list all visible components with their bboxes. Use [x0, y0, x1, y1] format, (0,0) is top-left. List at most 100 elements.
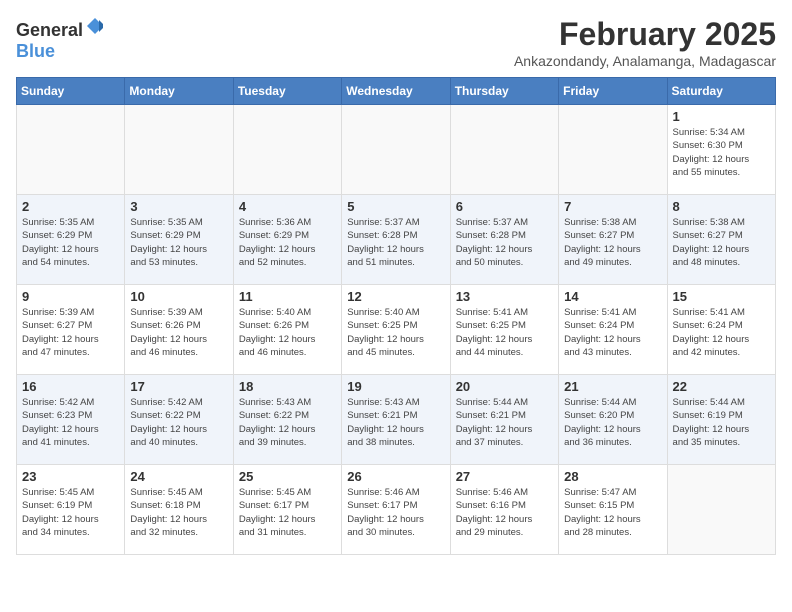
- day-number: 13: [456, 289, 553, 304]
- calendar-day-cell: 6 Sunrise: 5:37 AM Sunset: 6:28 PM Daylig…: [450, 195, 558, 285]
- day-number: 26: [347, 469, 444, 484]
- calendar-day-cell: 18Sunrise: 5:43 AM Sunset: 6:22 PM Dayli…: [233, 375, 341, 465]
- day-info: Sunrise: 5:46 AM Sunset: 6:17 PM Dayligh…: [347, 486, 444, 539]
- day-info: Sunrise: 5:41 AM Sunset: 6:25 PM Dayligh…: [456, 306, 553, 359]
- day-number: 10: [130, 289, 227, 304]
- logo-blue: Blue: [16, 41, 55, 61]
- calendar-day-cell: 5 Sunrise: 5:37 AM Sunset: 6:28 PM Daylig…: [342, 195, 450, 285]
- calendar-day-cell: 15 Sunrise: 5:41 AM Sunset: 6:24 PM Dayli…: [667, 285, 775, 375]
- day-info: Sunrise: 5:45 AM Sunset: 6:17 PM Dayligh…: [239, 486, 336, 539]
- day-info: Sunrise: 5:37 AM Sunset: 6:28 PM Dayligh…: [347, 216, 444, 269]
- day-number: 27: [456, 469, 553, 484]
- weekday-header-monday: Monday: [125, 78, 233, 105]
- calendar-day-cell: 2 Sunrise: 5:35 AM Sunset: 6:29 PM Daylig…: [17, 195, 125, 285]
- day-number: 15: [673, 289, 770, 304]
- day-info: Sunrise: 5:45 AM Sunset: 6:18 PM Dayligh…: [130, 486, 227, 539]
- day-number: 2: [22, 199, 119, 214]
- day-info: Sunrise: 5:38 AM Sunset: 6:27 PM Dayligh…: [673, 216, 770, 269]
- day-number: 6: [456, 199, 553, 214]
- day-info: Sunrise: 5:39 AM Sunset: 6:26 PM Dayligh…: [130, 306, 227, 359]
- calendar-day-cell: 16 Sunrise: 5:42 AM Sunset: 6:23 PM Dayli…: [17, 375, 125, 465]
- day-info: Sunrise: 5:44 AM Sunset: 6:19 PM Dayligh…: [673, 396, 770, 449]
- day-info: Sunrise: 5:38 AM Sunset: 6:27 PM Dayligh…: [564, 216, 661, 269]
- calendar-day-cell: 14 Sunrise: 5:41 AM Sunset: 6:24 PM Dayli…: [559, 285, 667, 375]
- calendar-day-cell: [450, 105, 558, 195]
- day-info: Sunrise: 5:35 AM Sunset: 6:29 PM Dayligh…: [22, 216, 119, 269]
- day-info: Sunrise: 5:40 AM Sunset: 6:26 PM Dayligh…: [239, 306, 336, 359]
- day-info: Sunrise: 5:44 AM Sunset: 6:20 PM Dayligh…: [564, 396, 661, 449]
- day-number: 22: [673, 379, 770, 394]
- calendar-day-cell: [17, 105, 125, 195]
- day-number: 28: [564, 469, 661, 484]
- calendar-day-cell: 21 Sunrise: 5:44 AM Sunset: 6:20 PM Dayli…: [559, 375, 667, 465]
- day-number: 3: [130, 199, 227, 214]
- calendar-day-cell: 24Sunrise: 5:45 AM Sunset: 6:18 PM Dayli…: [125, 465, 233, 555]
- calendar-day-cell: 7 Sunrise: 5:38 AM Sunset: 6:27 PM Daylig…: [559, 195, 667, 285]
- calendar-week-row: 2 Sunrise: 5:35 AM Sunset: 6:29 PM Daylig…: [17, 195, 776, 285]
- calendar-week-row: 23 Sunrise: 5:45 AM Sunset: 6:19 PM Dayli…: [17, 465, 776, 555]
- calendar-day-cell: 27 Sunrise: 5:46 AM Sunset: 6:16 PM Dayli…: [450, 465, 558, 555]
- day-number: 14: [564, 289, 661, 304]
- calendar-day-cell: 1 Sunrise: 5:34 AM Sunset: 6:30 PM Daylig…: [667, 105, 775, 195]
- day-number: 17: [130, 379, 227, 394]
- weekday-header-sunday: Sunday: [17, 78, 125, 105]
- calendar-day-cell: 11Sunrise: 5:40 AM Sunset: 6:26 PM Dayli…: [233, 285, 341, 375]
- calendar-day-cell: 8Sunrise: 5:38 AM Sunset: 6:27 PM Daylig…: [667, 195, 775, 285]
- day-info: Sunrise: 5:41 AM Sunset: 6:24 PM Dayligh…: [673, 306, 770, 359]
- day-number: 1: [673, 109, 770, 124]
- calendar-day-cell: 23 Sunrise: 5:45 AM Sunset: 6:19 PM Dayli…: [17, 465, 125, 555]
- day-number: 12: [347, 289, 444, 304]
- calendar-day-cell: 20Sunrise: 5:44 AM Sunset: 6:21 PM Dayli…: [450, 375, 558, 465]
- calendar-week-row: 16 Sunrise: 5:42 AM Sunset: 6:23 PM Dayli…: [17, 375, 776, 465]
- calendar-day-cell: 3 Sunrise: 5:35 AM Sunset: 6:29 PM Daylig…: [125, 195, 233, 285]
- day-number: 9: [22, 289, 119, 304]
- calendar-week-row: 1 Sunrise: 5:34 AM Sunset: 6:30 PM Daylig…: [17, 105, 776, 195]
- day-info: Sunrise: 5:43 AM Sunset: 6:21 PM Dayligh…: [347, 396, 444, 449]
- title-area: February 2025 Ankazondandy, Analamanga, …: [514, 16, 776, 69]
- day-info: Sunrise: 5:39 AM Sunset: 6:27 PM Dayligh…: [22, 306, 119, 359]
- day-info: Sunrise: 5:37 AM Sunset: 6:28 PM Dayligh…: [456, 216, 553, 269]
- calendar-day-cell: 22 Sunrise: 5:44 AM Sunset: 6:19 PM Dayli…: [667, 375, 775, 465]
- day-info: Sunrise: 5:36 AM Sunset: 6:29 PM Dayligh…: [239, 216, 336, 269]
- calendar-day-cell: [125, 105, 233, 195]
- calendar-day-cell: 4 Sunrise: 5:36 AM Sunset: 6:29 PM Daylig…: [233, 195, 341, 285]
- calendar-day-cell: [559, 105, 667, 195]
- weekday-header-tuesday: Tuesday: [233, 78, 341, 105]
- logo-general: General: [16, 20, 83, 40]
- month-title: February 2025: [514, 16, 776, 53]
- logo: General Blue: [16, 16, 105, 62]
- calendar-day-cell: 10 Sunrise: 5:39 AM Sunset: 6:26 PM Dayli…: [125, 285, 233, 375]
- day-info: Sunrise: 5:44 AM Sunset: 6:21 PM Dayligh…: [456, 396, 553, 449]
- calendar-day-cell: 9 Sunrise: 5:39 AM Sunset: 6:27 PM Daylig…: [17, 285, 125, 375]
- calendar-day-cell: 28 Sunrise: 5:47 AM Sunset: 6:15 PM Dayli…: [559, 465, 667, 555]
- day-info: Sunrise: 5:46 AM Sunset: 6:16 PM Dayligh…: [456, 486, 553, 539]
- calendar-day-cell: [342, 105, 450, 195]
- day-info: Sunrise: 5:42 AM Sunset: 6:22 PM Dayligh…: [130, 396, 227, 449]
- day-number: 19: [347, 379, 444, 394]
- day-info: Sunrise: 5:34 AM Sunset: 6:30 PM Dayligh…: [673, 126, 770, 179]
- day-info: Sunrise: 5:42 AM Sunset: 6:23 PM Dayligh…: [22, 396, 119, 449]
- calendar-day-cell: 19 Sunrise: 5:43 AM Sunset: 6:21 PM Dayli…: [342, 375, 450, 465]
- day-number: 25: [239, 469, 336, 484]
- day-info: Sunrise: 5:47 AM Sunset: 6:15 PM Dayligh…: [564, 486, 661, 539]
- calendar-day-cell: 13 Sunrise: 5:41 AM Sunset: 6:25 PM Dayli…: [450, 285, 558, 375]
- calendar-day-cell: 26 Sunrise: 5:46 AM Sunset: 6:17 PM Dayli…: [342, 465, 450, 555]
- page-header: General Blue February 2025 Ankazondandy,…: [16, 16, 776, 69]
- day-number: 16: [22, 379, 119, 394]
- calendar-header-row: SundayMondayTuesdayWednesdayThursdayFrid…: [17, 78, 776, 105]
- day-number: 7: [564, 199, 661, 214]
- day-info: Sunrise: 5:41 AM Sunset: 6:24 PM Dayligh…: [564, 306, 661, 359]
- day-info: Sunrise: 5:40 AM Sunset: 6:25 PM Dayligh…: [347, 306, 444, 359]
- day-number: 4: [239, 199, 336, 214]
- day-number: 21: [564, 379, 661, 394]
- calendar-table: SundayMondayTuesdayWednesdayThursdayFrid…: [16, 77, 776, 555]
- day-number: 23: [22, 469, 119, 484]
- day-info: Sunrise: 5:45 AM Sunset: 6:19 PM Dayligh…: [22, 486, 119, 539]
- day-info: Sunrise: 5:35 AM Sunset: 6:29 PM Dayligh…: [130, 216, 227, 269]
- day-number: 5: [347, 199, 444, 214]
- day-info: Sunrise: 5:43 AM Sunset: 6:22 PM Dayligh…: [239, 396, 336, 449]
- calendar-week-row: 9 Sunrise: 5:39 AM Sunset: 6:27 PM Daylig…: [17, 285, 776, 375]
- calendar-day-cell: 17 Sunrise: 5:42 AM Sunset: 6:22 PM Dayli…: [125, 375, 233, 465]
- weekday-header-saturday: Saturday: [667, 78, 775, 105]
- calendar-day-cell: [667, 465, 775, 555]
